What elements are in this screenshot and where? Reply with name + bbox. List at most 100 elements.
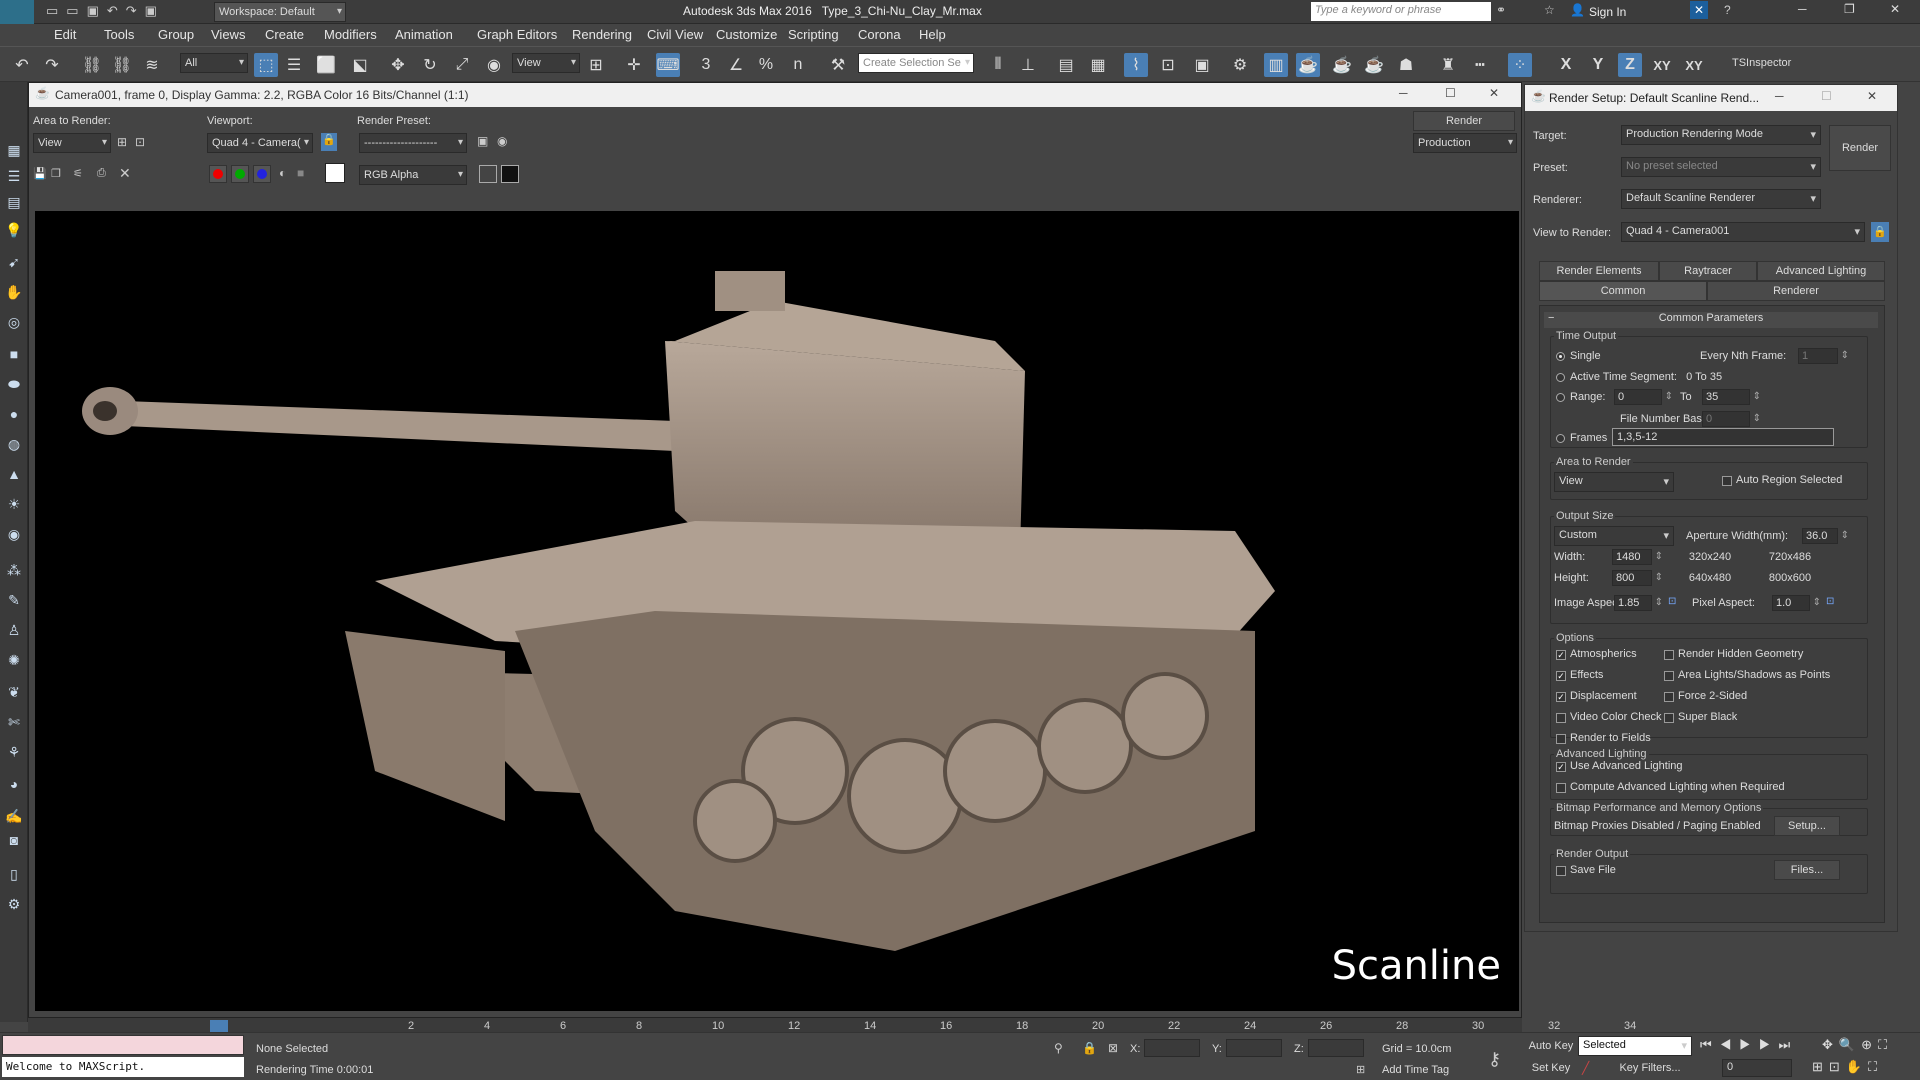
key-icon[interactable]: ⚷ (1488, 1049, 1501, 1070)
menu-animation[interactable]: Animation (395, 27, 453, 42)
place-icon[interactable]: ◉ (482, 53, 506, 77)
pixel-aspect-lock-icon[interactable]: ⊡ (1826, 596, 1834, 607)
render-production-icon[interactable]: ☕ (1296, 53, 1320, 77)
vfb-render-button[interactable]: Render (1413, 111, 1515, 131)
curve-editor-icon[interactable]: ⌇ (1124, 53, 1148, 77)
ball-icon[interactable]: ◕ (4, 774, 24, 794)
paint-icon[interactable]: ✎ (4, 590, 24, 610)
select-by-name-icon[interactable]: ☰ (282, 53, 306, 77)
option-checkbox[interactable]: ✓ (1556, 692, 1566, 702)
print-icon[interactable]: ⎙ (97, 167, 106, 180)
environment-icon[interactable]: ◉ (497, 134, 507, 148)
axis-xy-cycle-button[interactable]: XY (1682, 53, 1706, 77)
auto-region-icon[interactable]: ⊡ (135, 135, 145, 149)
render-activeshade-icon[interactable]: ☕ (1362, 53, 1386, 77)
bitmap-setup-button[interactable]: Setup... (1774, 816, 1840, 836)
preset-640x480-button[interactable]: 640x480 (1674, 569, 1746, 589)
maximize-button[interactable]: ❐ (1844, 2, 1855, 16)
scale-icon[interactable]: ⤢ (450, 53, 474, 77)
hand-icon[interactable]: ✋ (4, 282, 24, 302)
selection-lock-icon[interactable]: 🔒 (1082, 1041, 1097, 1055)
render-setup-render-button[interactable]: Render (1829, 125, 1891, 171)
absolute-mode-icon[interactable]: ⊠ (1108, 1041, 1118, 1055)
schematic-view-icon[interactable]: ⊡ (1156, 53, 1180, 77)
light-icon[interactable]: 💡 (4, 220, 24, 240)
spinner-snap-icon[interactable]: n (786, 53, 810, 77)
channels-icon[interactable]: ⚟ (73, 167, 83, 180)
vfb-close-button[interactable]: ✕ (1489, 86, 1499, 100)
menu-edit[interactable]: Edit (54, 27, 76, 42)
toggle-overlay-icon[interactable] (501, 165, 519, 183)
key-mode-dropdown[interactable]: Selected (1578, 1036, 1692, 1056)
key-filters-button[interactable]: Key Filters... (1608, 1059, 1692, 1079)
view-lock-icon[interactable]: 🔒 (1871, 222, 1889, 242)
aperture-width-spinner[interactable]: 36.0 (1802, 528, 1849, 544)
lock-icon[interactable]: 🔒 (321, 133, 337, 151)
option-checkbox[interactable] (1664, 692, 1674, 702)
rotate-icon[interactable]: ↻ (418, 53, 442, 77)
user-icon[interactable]: 👤 (1570, 3, 1585, 17)
set-key-icon[interactable]: ╱ (1582, 1061, 1589, 1075)
pivot-icon[interactable]: ⊞ (584, 53, 608, 77)
width-spinner[interactable]: 1480 (1612, 549, 1663, 565)
named-selection-dropdown[interactable]: Create Selection Se (858, 53, 974, 73)
use-advanced-lighting-checkbox[interactable]: ✓ (1556, 762, 1566, 772)
y-coord-field[interactable] (1226, 1039, 1282, 1057)
render-online-icon[interactable]: ☗ (1394, 53, 1418, 77)
menu-help[interactable]: Help (919, 27, 946, 42)
toggle-ribbon-icon[interactable]: ▦ (1086, 53, 1110, 77)
menu-scripting[interactable]: Scripting (788, 27, 839, 42)
frames-input[interactable]: 1,3,5-12 (1612, 428, 1834, 446)
tab-render-elements[interactable]: Render Elements (1539, 261, 1659, 281)
axis-y-button[interactable]: Y (1586, 53, 1610, 77)
menu-views[interactable]: Views (211, 27, 245, 42)
rs-minimize-button[interactable]: ─ (1775, 89, 1784, 103)
output-size-preset-dropdown[interactable]: Custom (1554, 526, 1674, 546)
box-icon[interactable]: ■ (4, 344, 24, 364)
snap-toggle-icon[interactable]: 3 (694, 53, 718, 77)
tsinspector-button[interactable]: TSInspector (1732, 57, 1791, 69)
undo-icon[interactable]: ↶ (10, 53, 34, 77)
edit-named-selection-icon[interactable]: ⚒ (826, 53, 850, 77)
workspace-dropdown[interactable]: Workspace: Default (214, 2, 346, 22)
globe-icon[interactable]: ✺ (4, 650, 24, 670)
common-parameters-rollout[interactable]: Common Parameters − (1544, 312, 1878, 328)
menu-customize[interactable]: Customize (716, 27, 777, 42)
render-mode-dropdown[interactable]: Production (1413, 133, 1517, 153)
playback-controls[interactable]: ⏮◀▶▶⏭ (1700, 1037, 1798, 1053)
alpha-toggle-icon[interactable]: ◐ (279, 166, 286, 180)
menu-corona[interactable]: Corona (858, 27, 901, 42)
clear-icon[interactable]: ✕ (119, 165, 131, 182)
option-checkbox[interactable] (1664, 671, 1674, 681)
angle-snap-icon[interactable]: ∠ (724, 53, 748, 77)
active-segment-radio[interactable] (1556, 373, 1565, 382)
height-spinner[interactable]: 800 (1612, 570, 1663, 586)
renderer-dropdown[interactable]: Default Scanline Renderer (1621, 189, 1821, 209)
frames-radio[interactable] (1556, 434, 1565, 443)
cone-icon[interactable]: ▲ (4, 464, 24, 484)
preset-720x486-button[interactable]: 720x486 (1754, 548, 1826, 568)
menu-group[interactable]: Group (158, 27, 194, 42)
render-preset-dropdown[interactable]: -------------------- (359, 133, 467, 153)
rendered-frame-icon[interactable]: ▥ (1264, 53, 1288, 77)
percent-snap-icon[interactable]: % (754, 53, 778, 77)
select-object-icon[interactable]: ⬚ (254, 53, 278, 77)
person-icon[interactable]: ♙ (4, 620, 24, 640)
exchange-icon[interactable]: ✕ (1690, 1, 1708, 19)
axis-xy-button[interactable]: XY (1650, 53, 1674, 77)
close-button[interactable]: ✕ (1890, 2, 1900, 16)
hair-icon[interactable]: ✄ (4, 712, 24, 732)
torus-icon[interactable]: ◍ (4, 434, 24, 454)
option-checkbox[interactable] (1556, 713, 1566, 723)
unlink-icon[interactable]: ⛓ (110, 53, 134, 77)
every-nth-spinner[interactable]: 1 (1798, 348, 1849, 364)
align-icon[interactable]: ⊥ (1016, 53, 1040, 77)
menu-modifiers[interactable]: Modifiers (324, 27, 377, 42)
auto-key-button[interactable]: Auto Key (1524, 1037, 1578, 1057)
star-icon[interactable]: ☆ (1544, 3, 1555, 17)
save-file-checkbox[interactable] (1556, 866, 1566, 876)
menu-civil-view[interactable]: Civil View (647, 27, 703, 42)
minimize-button[interactable]: ─ (1798, 2, 1807, 16)
script-icon[interactable]: ✍ (4, 806, 24, 826)
add-time-tag-icon[interactable]: ⊞ (1356, 1063, 1365, 1076)
